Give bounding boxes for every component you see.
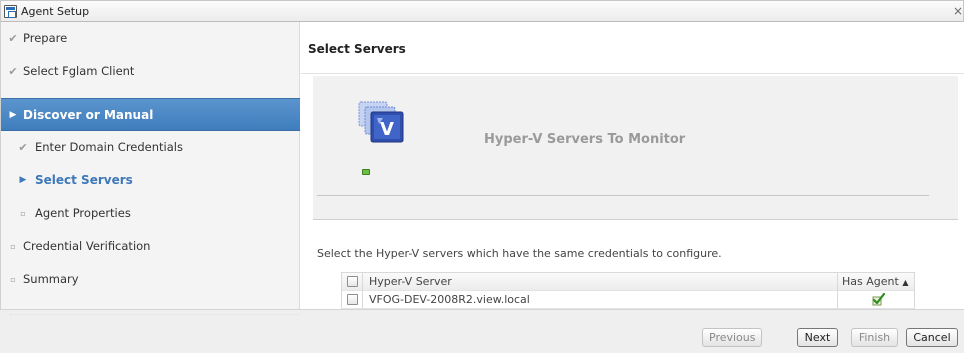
select-all-checkbox[interactable] xyxy=(347,276,358,287)
column-header-has-agent[interactable]: Has Agent ▲ xyxy=(837,273,915,291)
step-label: Agent Properties xyxy=(35,206,131,220)
footer-divider xyxy=(10,314,300,317)
step-enter-domain-credentials[interactable]: ✔ Enter Domain Credentials xyxy=(1,131,300,164)
agent-setup-icon xyxy=(4,5,17,18)
step-summary[interactable]: ▫ Summary xyxy=(1,263,300,296)
server-name-cell: VFOG-DEV-2008R2.view.local xyxy=(362,291,837,309)
finish-button[interactable]: Finish xyxy=(851,328,898,347)
step-label: Select Fglam Client xyxy=(23,64,135,78)
window-title: Agent Setup xyxy=(21,5,90,18)
page-header: Select Servers xyxy=(301,22,964,74)
bullet-icon: ▫ xyxy=(10,242,16,251)
bullet-icon: ▫ xyxy=(10,275,16,284)
column-header-server[interactable]: Hyper-V Server xyxy=(362,273,837,291)
table-header-row: Hyper-V Server Has Agent ▲ xyxy=(342,273,914,291)
banner-divider xyxy=(317,195,929,196)
column-header-label: Has Agent xyxy=(842,275,899,288)
has-agent-cell xyxy=(837,291,915,309)
main-panel: Select Servers V Hyper-V Servers To Moni… xyxy=(301,22,964,310)
sort-ascending-icon: ▲ xyxy=(902,278,909,287)
close-icon[interactable]: × xyxy=(953,4,963,18)
previous-button[interactable]: Previous xyxy=(702,328,762,347)
table-row[interactable]: VFOG-DEV-2008R2.view.local xyxy=(342,291,914,309)
step-label: Enter Domain Credentials xyxy=(35,140,183,154)
step-label: Select Servers xyxy=(35,173,133,187)
step-select-fglam-client[interactable]: ✔ Select Fglam Client xyxy=(1,55,300,88)
page-title: Select Servers xyxy=(308,42,406,56)
step-label: Summary xyxy=(23,272,79,286)
step-prepare[interactable]: ✔ Prepare xyxy=(1,22,300,55)
agent-installed-check-icon xyxy=(872,293,885,306)
hyper-v-icon: V xyxy=(358,101,404,143)
step-discover-or-manual[interactable]: ▶ Discover or Manual xyxy=(1,98,300,131)
banner: V Hyper-V Servers To Monitor xyxy=(313,76,958,220)
checkmark-icon: ✔ xyxy=(8,32,18,45)
step-label: Prepare xyxy=(23,31,68,45)
next-button[interactable]: Next xyxy=(797,328,838,347)
checkmark-icon: ✔ xyxy=(8,65,18,78)
wizard-steps-sidebar: ✔ Prepare ✔ Select Fglam Client ▶ Discov… xyxy=(0,22,300,309)
instructions-text: Select the Hyper-V servers which have th… xyxy=(317,247,722,260)
cancel-button[interactable]: Cancel xyxy=(906,328,958,347)
wizard-footer: Previous Next Finish Cancel xyxy=(0,309,964,353)
step-select-servers[interactable]: ▶ Select Servers xyxy=(1,164,300,197)
checkmark-icon: ✔ xyxy=(18,141,28,154)
step-label: Discover or Manual xyxy=(23,108,154,122)
status-indicator-icon xyxy=(362,169,370,175)
servers-table: Hyper-V Server Has Agent ▲ VFOG-DEV-2008… xyxy=(341,272,915,310)
svg-text:V: V xyxy=(380,119,394,140)
step-agent-properties[interactable]: ▫ Agent Properties xyxy=(1,197,300,230)
step-label: Credential Verification xyxy=(23,239,151,253)
triangle-right-icon: ▶ xyxy=(19,175,27,185)
step-credential-verification[interactable]: ▫ Credential Verification xyxy=(1,230,300,263)
row-checkbox[interactable] xyxy=(347,294,358,305)
window-titlebar: Agent Setup × xyxy=(0,0,964,22)
banner-title: Hyper-V Servers To Monitor xyxy=(484,132,686,147)
triangle-right-icon: ▶ xyxy=(9,110,17,120)
bullet-icon: ▫ xyxy=(20,209,26,218)
